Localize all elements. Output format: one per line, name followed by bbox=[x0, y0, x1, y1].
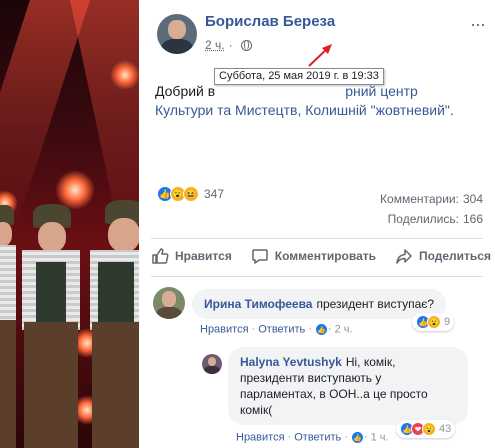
post-photo[interactable] bbox=[0, 0, 139, 448]
comment-timestamp[interactable]: 1 ч. bbox=[371, 431, 389, 443]
comment-text-line2: президенти виступають у bbox=[240, 371, 382, 385]
author-avatar[interactable] bbox=[157, 14, 197, 54]
post-meta: 2 ч. · bbox=[205, 38, 252, 52]
post-reactions[interactable]: 👍 😮 😆 347 bbox=[157, 186, 224, 202]
like-button[interactable]: Нравится bbox=[151, 247, 232, 265]
comments-stat[interactable]: Комментарии: 304 bbox=[380, 192, 483, 206]
comment-reply-link[interactable]: Ответить bbox=[294, 431, 341, 443]
comment-reactions[interactable]: 👍 ❤ 😮 43 bbox=[396, 420, 456, 438]
post-actions: Нравится Комментировать Поделиться bbox=[151, 247, 491, 265]
comment-button[interactable]: Комментировать bbox=[251, 247, 376, 265]
post-text: Добрий в рний центр Культури та Мистецтв,… bbox=[155, 82, 485, 120]
comment-text: президент виступає? bbox=[316, 297, 435, 311]
post-author-name[interactable]: Борислав Береза bbox=[205, 13, 335, 30]
share-button[interactable]: Поделиться bbox=[395, 247, 491, 265]
comment-text-line4: комік( bbox=[240, 403, 273, 417]
comment-text-line1: Ні, комік, bbox=[345, 355, 396, 369]
comment-bubble: Halyna Yevtushyk Ні, комік, президенти ви… bbox=[228, 347, 468, 425]
shares-stat-label: Поделились: bbox=[387, 212, 459, 226]
comment-reply-link[interactable]: Ответить bbox=[258, 323, 305, 335]
comments-stat-label: Комментарии: bbox=[380, 192, 459, 206]
comment-reactions[interactable]: 👍 😮 9 bbox=[412, 313, 455, 331]
annotation-arrow-icon bbox=[308, 44, 332, 67]
meta-separator: · bbox=[228, 38, 233, 52]
comment-actions: Нравится · Ответить · 👍 · 2 ч. bbox=[200, 323, 353, 336]
wow-reaction-icon: 😮 bbox=[422, 422, 436, 436]
reactions-count: 347 bbox=[204, 187, 225, 201]
post-text-start: Добрий в bbox=[155, 83, 216, 99]
post-timestamp[interactable]: 2 ч. bbox=[205, 38, 225, 52]
comment-like-link[interactable]: Нравится bbox=[200, 323, 249, 335]
comment-reactions-count: 9 bbox=[444, 316, 451, 328]
divider bbox=[151, 276, 483, 277]
stage-spotlight bbox=[110, 60, 139, 90]
share-button-label: Поделиться bbox=[418, 249, 491, 263]
thumbs-up-icon bbox=[152, 248, 169, 264]
timestamp-tooltip: Суббота, 25 мая 2019 г. в 19:33 bbox=[214, 68, 384, 85]
like-button-label: Нравится bbox=[175, 249, 232, 263]
shares-stat[interactable]: Поделились: 166 bbox=[388, 212, 483, 226]
commenter-name[interactable]: Halyna Yevtushyk bbox=[240, 355, 342, 369]
post-text-link-line2[interactable]: Культури та Мистецтв, Колишній "жовтневи… bbox=[155, 102, 454, 118]
speech-bubble-icon bbox=[252, 249, 268, 264]
comment-timestamp[interactable]: 2 ч. bbox=[335, 323, 353, 335]
commenter-name[interactable]: Ирина Тимофеева bbox=[204, 297, 312, 311]
commenter-avatar[interactable] bbox=[202, 354, 222, 374]
globe-icon[interactable] bbox=[240, 39, 252, 51]
post-panel: Борислав Береза 2 ч. · ··· Добрий в рний … bbox=[139, 0, 495, 448]
comments-stat-count: 304 bbox=[462, 192, 483, 206]
commenter-avatar[interactable] bbox=[153, 287, 185, 319]
comment-reactions-count: 43 bbox=[439, 423, 452, 435]
comment-bubble: Ирина Тимофеева президент виступає? bbox=[192, 289, 447, 319]
more-horizontal-icon[interactable]: ··· bbox=[470, 14, 486, 35]
shares-stat-count: 166 bbox=[462, 212, 483, 226]
like-reaction-icon: 👍 bbox=[350, 431, 364, 444]
haha-reaction-icon: 😆 bbox=[183, 186, 199, 202]
post-text-link[interactable]: рний центр bbox=[345, 83, 418, 99]
share-arrow-icon bbox=[396, 249, 412, 264]
like-reaction-icon: 👍 bbox=[314, 323, 328, 336]
comment-text-line3: парламентах, в ООН..а це просто bbox=[240, 387, 428, 401]
wow-reaction-icon: 😮 bbox=[427, 315, 441, 329]
comment-button-label: Комментировать bbox=[274, 249, 377, 263]
divider bbox=[151, 238, 483, 239]
comment-actions: Нравится · Ответить · 👍 · 1 ч. bbox=[236, 431, 389, 444]
comment-like-link[interactable]: Нравится bbox=[236, 431, 285, 443]
